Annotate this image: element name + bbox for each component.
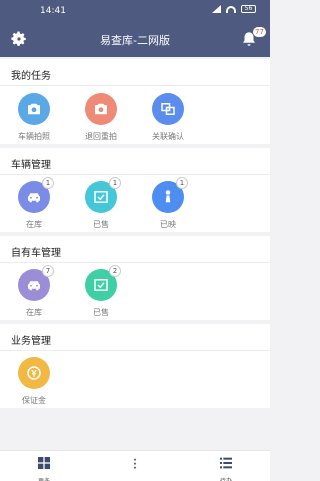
- nav-label: 待办: [206, 476, 246, 481]
- signal-icon: [212, 5, 221, 13]
- grid-icon: [38, 457, 50, 469]
- item-label: 已售: [93, 308, 109, 317]
- section-own-vehicle-management: 自有车管理 7 在库 2 已售: [0, 236, 270, 320]
- bottom-nav: 更多 待办: [0, 450, 270, 481]
- divider: [0, 262, 270, 263]
- status-bar: 14:41 56: [0, 0, 270, 22]
- person-tie-icon: [165, 190, 171, 203]
- wifi-icon: [226, 5, 236, 13]
- divider: [0, 85, 270, 86]
- yen-icon: [27, 366, 41, 380]
- circle: [18, 357, 50, 389]
- circle: [85, 93, 117, 125]
- divider: [0, 350, 270, 351]
- section-title: 业务管理: [11, 336, 51, 347]
- item-label: 保证金: [22, 396, 46, 405]
- camera-icon: [28, 103, 40, 115]
- section-title: 车辆管理: [11, 160, 51, 171]
- car-icon: [28, 281, 40, 291]
- nav-middle[interactable]: [115, 455, 155, 479]
- check-box-icon: [94, 191, 108, 203]
- battery-icon: 56: [241, 5, 256, 13]
- dots-vertical-icon: [133, 458, 137, 469]
- task-item-link-confirm[interactable]: 关联确认: [146, 93, 190, 142]
- count-badge: 1: [109, 177, 121, 189]
- camera-icon: [95, 103, 107, 115]
- circle: [152, 93, 184, 125]
- count-badge: 1: [42, 177, 54, 189]
- vehicle-item-reported[interactable]: 1 已映: [146, 177, 190, 230]
- section-vehicle-management: 车辆管理 1 在库 1 已售 1 已映: [0, 148, 270, 232]
- section-business-management: 业务管理 保证金: [0, 324, 270, 408]
- notification-badge: 77: [253, 27, 266, 37]
- item-label: 已售: [93, 220, 109, 229]
- link-icon: [161, 103, 175, 115]
- task-item-retake[interactable]: 退回重拍: [79, 93, 123, 142]
- task-item-car-photo[interactable]: 车辆拍照: [12, 93, 56, 142]
- item-label: 在库: [26, 220, 42, 229]
- section-title: 我的任务: [11, 71, 51, 82]
- item-label: 关联确认: [152, 132, 184, 141]
- circle: 1: [85, 177, 121, 213]
- car-icon: [28, 193, 40, 203]
- circle: 1: [18, 177, 54, 213]
- business-item-deposit[interactable]: 保证金: [12, 357, 56, 406]
- count-badge: 7: [42, 265, 54, 277]
- own-vehicle-item-sold[interactable]: 2 已售: [79, 265, 123, 318]
- circle: [18, 93, 50, 125]
- circle: 2: [85, 265, 121, 301]
- count-badge: 2: [109, 265, 121, 277]
- own-vehicle-item-in-stock[interactable]: 7 在库: [12, 265, 56, 318]
- status-icons: 56: [212, 5, 256, 13]
- nav-label: 更多: [24, 476, 64, 481]
- check-box-icon: [94, 279, 108, 291]
- section-title: 自有车管理: [11, 248, 61, 259]
- count-badge: 1: [176, 177, 188, 189]
- list-icon: [220, 457, 232, 469]
- nav-more[interactable]: 更多: [24, 455, 64, 481]
- page-title: 易查库-二网版: [100, 34, 170, 47]
- circle: 7: [18, 265, 54, 301]
- divider: [0, 174, 270, 175]
- item-label: 在库: [26, 308, 42, 317]
- circle: 1: [152, 177, 188, 213]
- toolbar: 易查库-二网版 77: [0, 24, 270, 54]
- item-label: 车辆拍照: [18, 132, 50, 141]
- section-my-tasks: 我的任务 车辆拍照 退回重拍 关联确认: [0, 59, 270, 144]
- vehicle-item-sold[interactable]: 1 已售: [79, 177, 123, 230]
- item-label: 已映: [160, 220, 176, 229]
- nav-todo[interactable]: 待办: [206, 455, 246, 481]
- status-time: 14:41: [40, 6, 66, 16]
- item-label: 退回重拍: [85, 132, 117, 141]
- app-header: 14:41 56 易查库-二网版 77: [0, 0, 270, 57]
- vehicle-item-in-stock[interactable]: 1 在库: [12, 177, 56, 230]
